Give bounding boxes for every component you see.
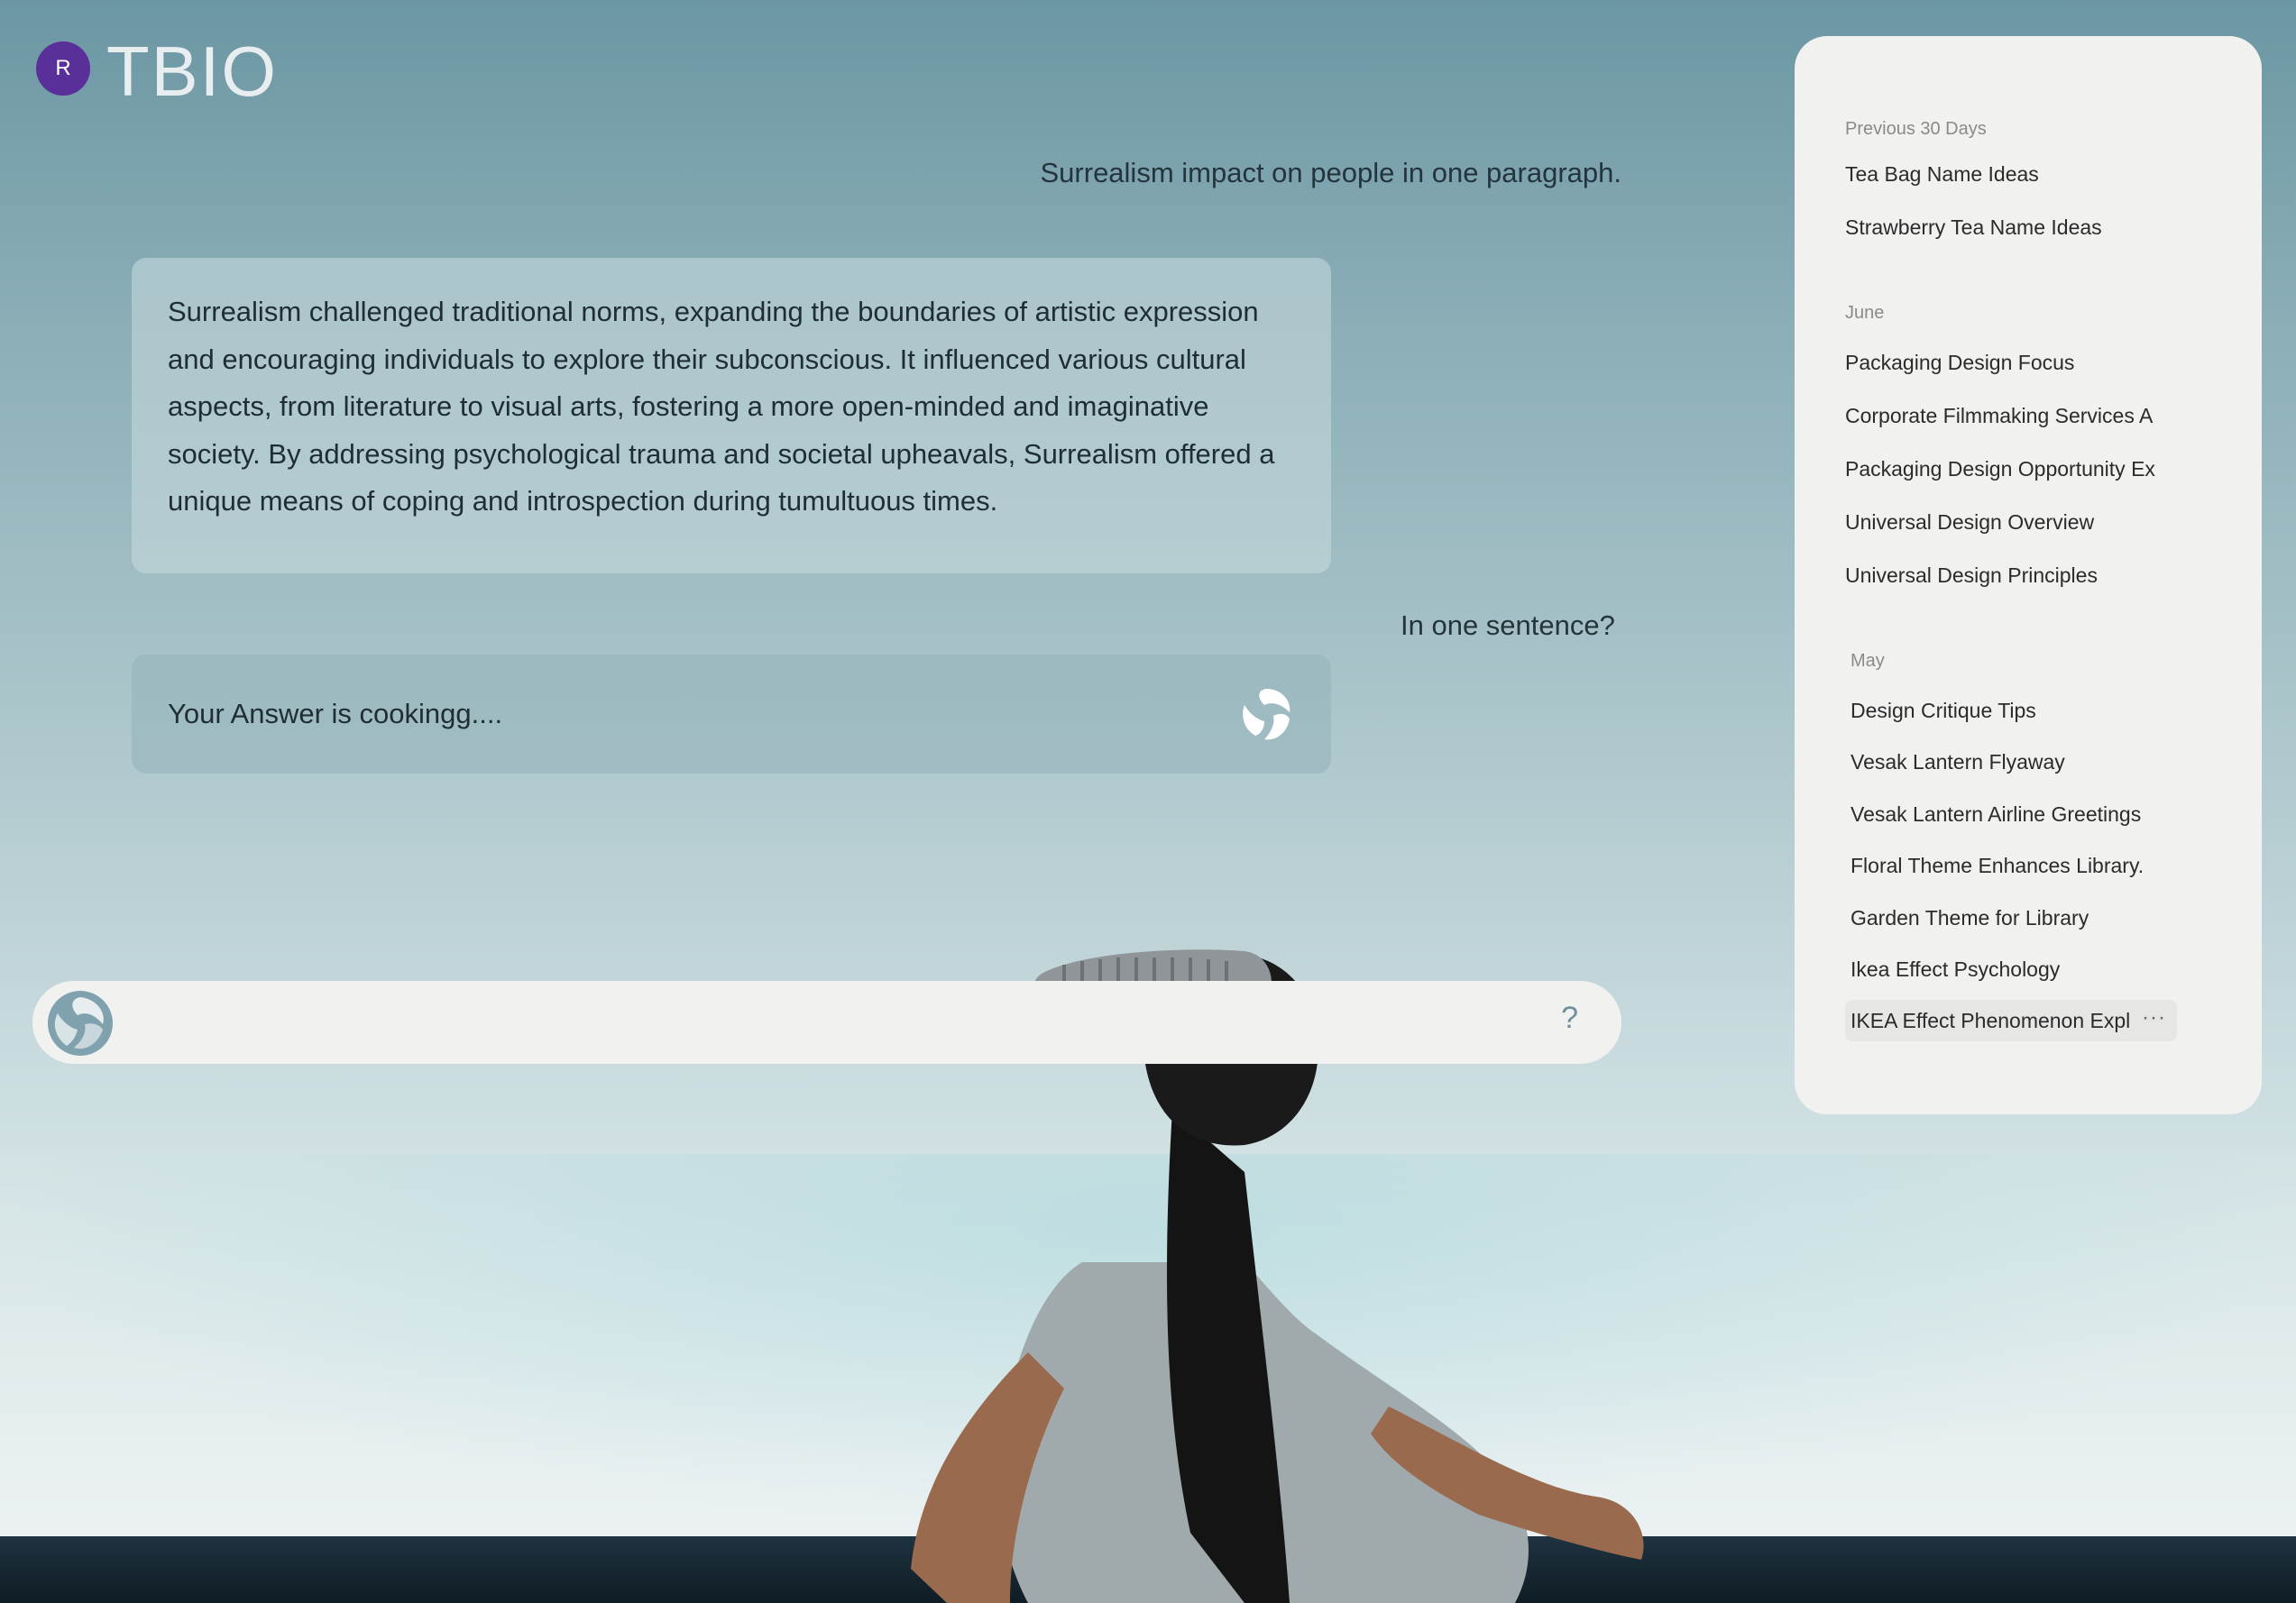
- user-avatar[interactable]: R: [36, 41, 90, 96]
- history-item[interactable]: Universal Design Overview: [1845, 510, 2161, 535]
- history-item[interactable]: Ikea Effect Psychology: [1851, 957, 2166, 982]
- history-item[interactable]: Design Critique Tips: [1851, 699, 2166, 723]
- assistant-loading-card: Your Answer is cookingg....: [132, 655, 1331, 774]
- swirl-spinner-icon: [1243, 689, 1290, 740]
- history-item[interactable]: Packaging Design Focus: [1845, 351, 2161, 375]
- group-label-june: June: [1845, 303, 1885, 323]
- history-sidebar: Previous 30 Days Tea Bag Name Ideas Stra…: [1795, 36, 2262, 1114]
- history-item[interactable]: Tea Bag Name Ideas: [1845, 162, 2161, 187]
- assistant-response-text: Surrealism challenged traditional norms,…: [168, 296, 1275, 517]
- history-item[interactable]: Vesak Lantern Flyaway: [1851, 750, 2166, 774]
- history-item[interactable]: Floral Theme Enhances Library.: [1851, 854, 2166, 878]
- history-item-label: IKEA Effect Phenomenon Expl: [1851, 1008, 2131, 1032]
- history-item[interactable]: Corporate Filmmaking Services A: [1845, 404, 2161, 428]
- user-message: Surrealism impact on people in one parag…: [1040, 157, 1622, 188]
- question-icon[interactable]: ?: [1561, 1001, 1578, 1036]
- group-label-previous-30-days: Previous 30 Days: [1845, 119, 1987, 139]
- history-item[interactable]: Universal Design Principles: [1845, 563, 2161, 588]
- user-message: In one sentence?: [1401, 609, 1615, 641]
- loading-text: Your Answer is cookingg....: [168, 698, 503, 729]
- assistant-response-card: Surrealism challenged traditional norms,…: [132, 258, 1331, 573]
- group-label-may: May: [1851, 651, 1885, 671]
- history-item[interactable]: Vesak Lantern Airline Greetings: [1851, 802, 2166, 827]
- brand-logo-text: TBIO: [106, 32, 279, 111]
- chat-input-bar[interactable]: ?: [32, 981, 1621, 1064]
- swirl-logo-icon[interactable]: [47, 990, 114, 1057]
- chat-input[interactable]: [132, 994, 1533, 1053]
- history-item[interactable]: Garden Theme for Library: [1851, 906, 2166, 930]
- history-item[interactable]: Packaging Design Opportunity Ex: [1845, 457, 2161, 481]
- more-dots-icon[interactable]: ···: [2142, 1005, 2166, 1030]
- history-item[interactable]: Strawberry Tea Name Ideas: [1845, 215, 2161, 240]
- history-item-active[interactable]: IKEA Effect Phenomenon Expl ···: [1845, 1000, 2177, 1041]
- avatar-initial: R: [55, 56, 71, 80]
